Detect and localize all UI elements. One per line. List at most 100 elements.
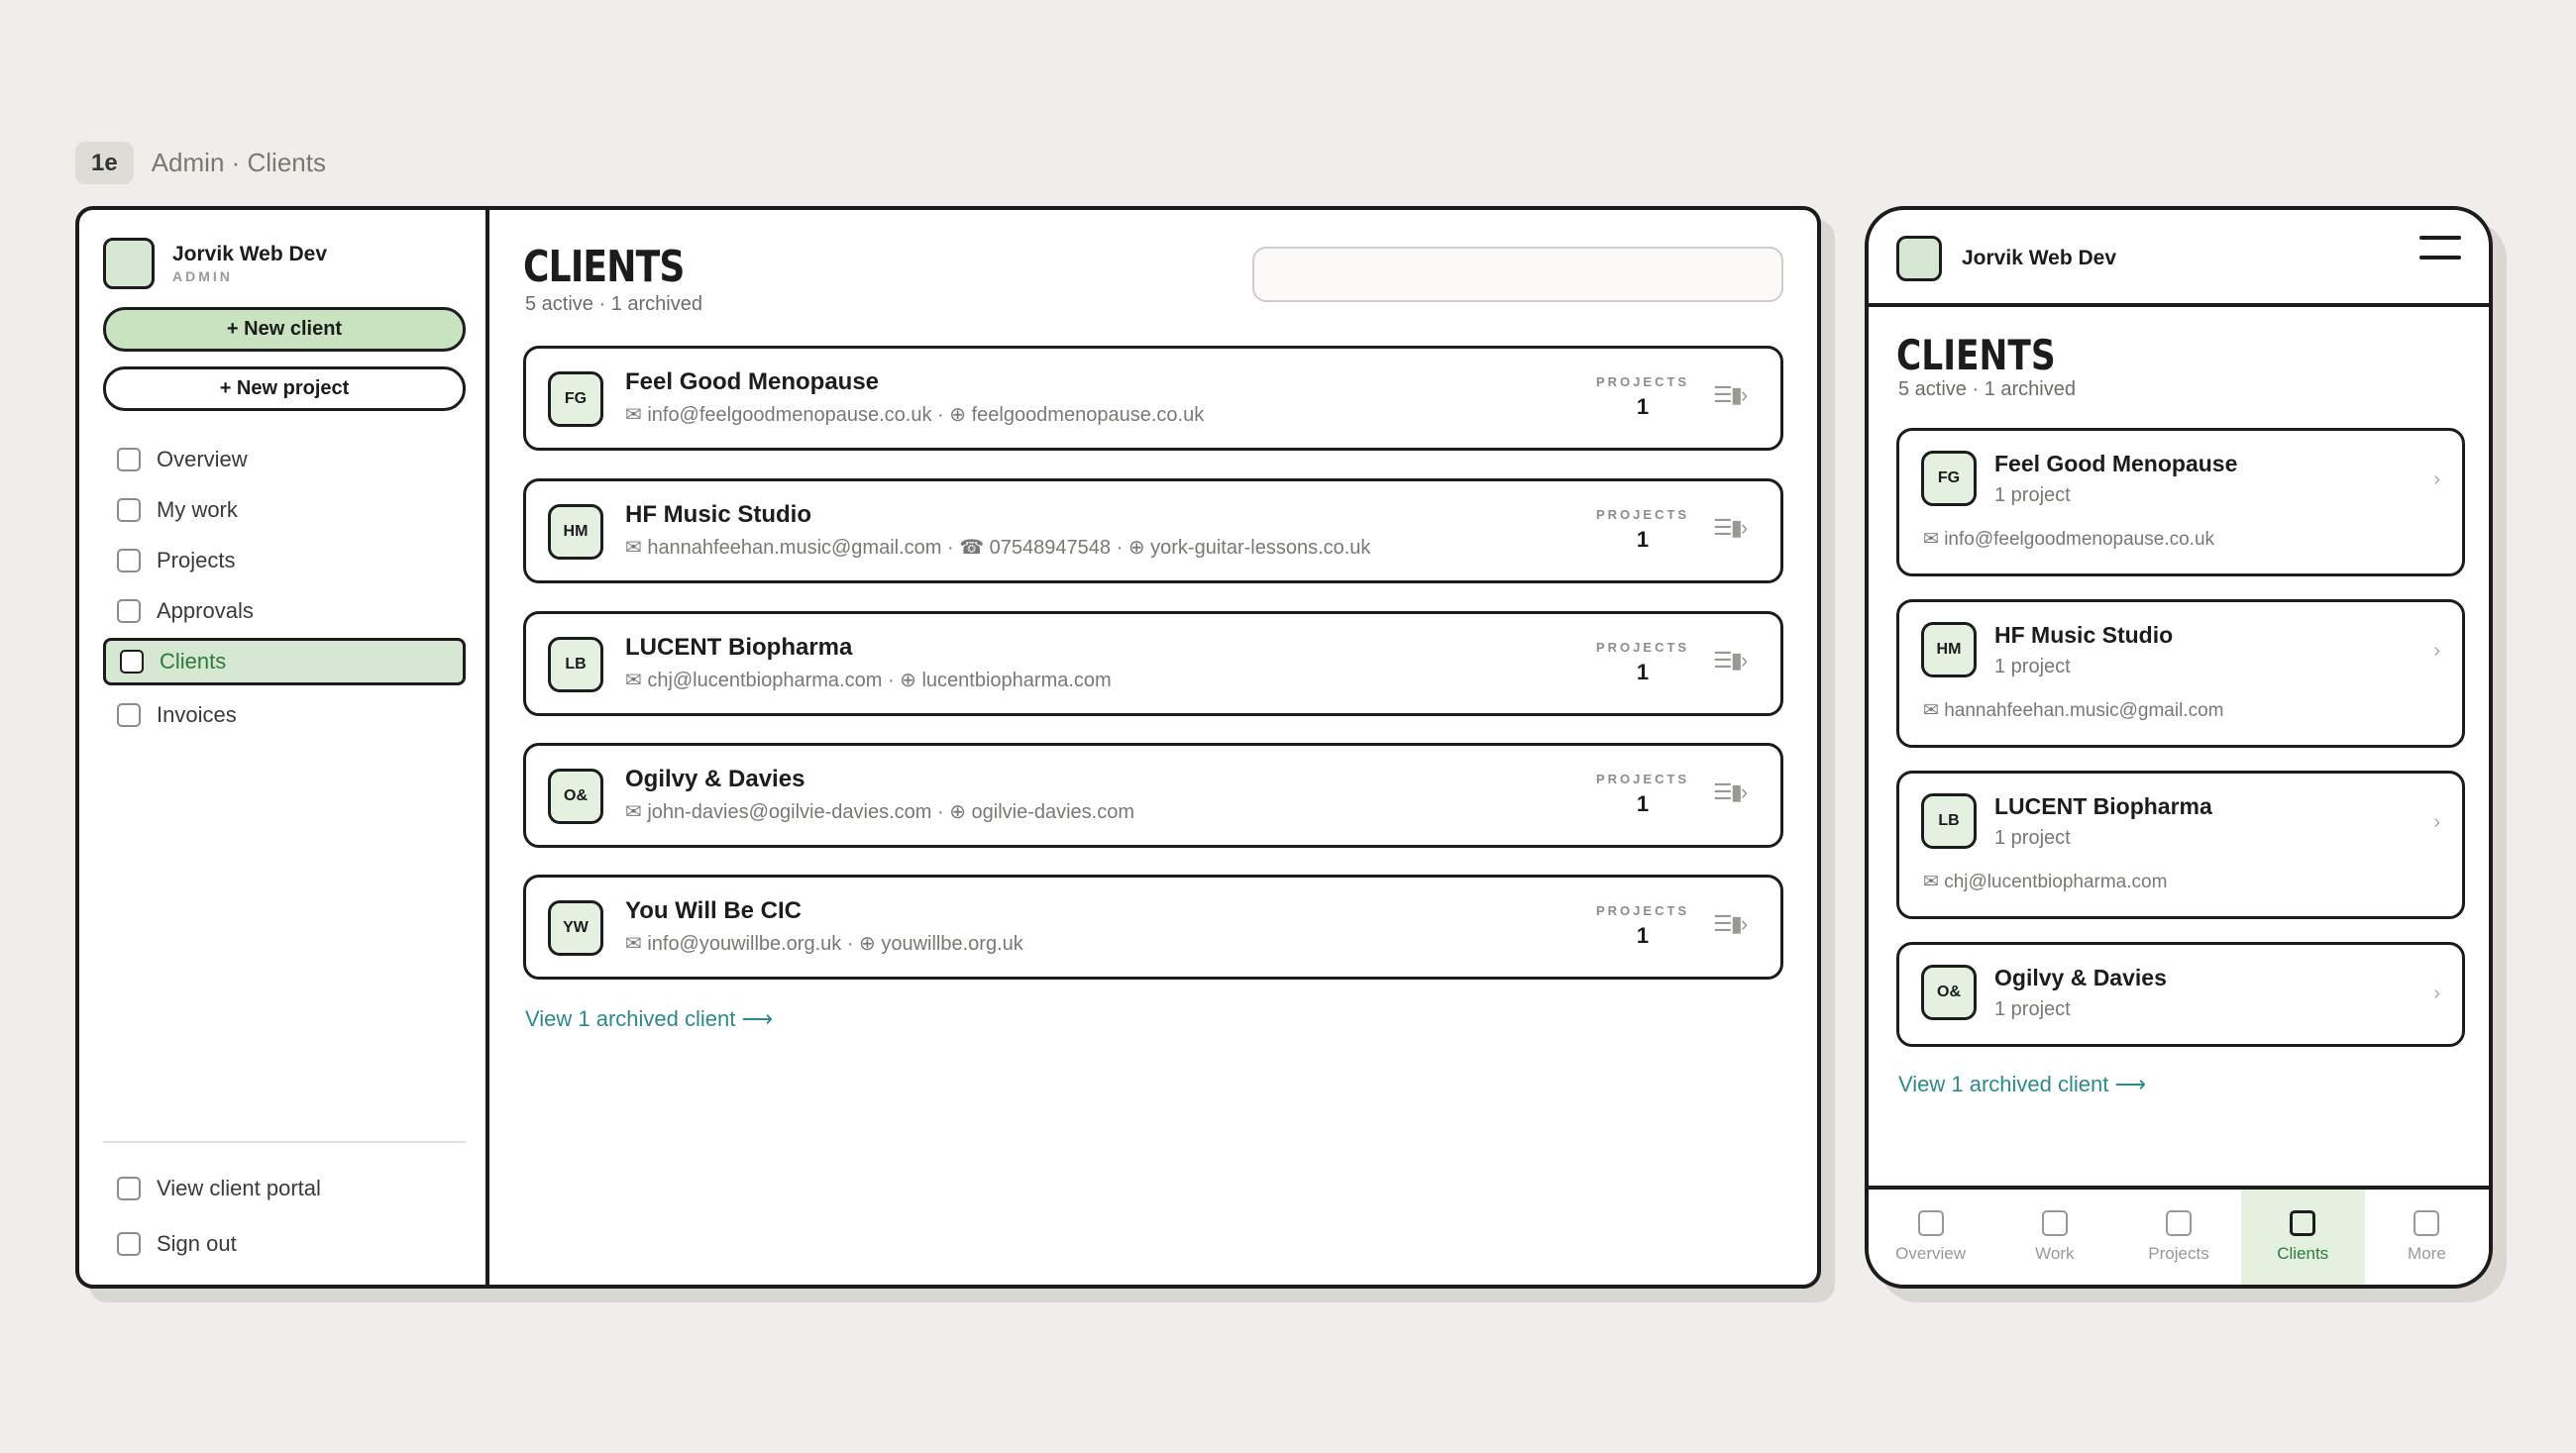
sidebar-item-label: Sign out [157,1231,237,1256]
projects-count: 1 [1636,660,1650,684]
sidebar-item-overview[interactable]: Overview [103,436,466,483]
client-avatar: LB [548,637,603,692]
client-name: HF Music Studio [1994,622,2174,648]
search-input[interactable] [1252,247,1783,302]
chevron-right-icon: › [2433,983,2440,1004]
tab-clients[interactable]: Clients [2240,1190,2365,1285]
hamburger-menu-icon[interactable] [2419,236,2461,281]
view-client-portal-link[interactable]: View client portal [103,1165,466,1212]
card-actions-icon[interactable]: ☰▮› [1713,515,1748,541]
logo-icon [1896,236,1942,281]
client-name: Ogilvy & Davies [625,766,805,792]
clients-icon [2290,1210,2316,1236]
client-avatar: FG [548,371,603,427]
sidebar-item-invoices[interactable]: Invoices [103,691,466,739]
client-contact: ✉ chj@lucentbiopharma.com · ⊕ lucentbiop… [625,670,1112,691]
client-card[interactable]: LB LUCENT Biopharma 1 project ✉ chj@luce… [1896,771,2465,919]
client-name: Feel Good Menopause [625,368,880,395]
mobile-window: Jorvik Web Dev CLIENTS 5 active · 1 arch… [1865,206,2493,1289]
sidebar-item-approvals[interactable]: Approvals [103,587,466,635]
client-avatar: HM [1921,622,1977,677]
approvals-icon [117,599,141,623]
projects-label: PROJECTS [1596,374,1690,389]
client-avatar: HM [548,504,603,560]
client-avatar: YW [548,900,603,956]
client-avatar: FG [1921,451,1977,506]
brand-name: Jorvik Web Dev [172,243,328,265]
projects-count: 1 [1636,791,1650,816]
brand-name: Jorvik Web Dev [1962,247,2117,269]
clients-icon [120,650,144,674]
tab-label: Projects [2148,1244,2209,1263]
client-email: ✉ chj@lucentbiopharma.com [1923,872,2168,892]
brand-role: ADMIN [172,268,233,284]
sidebar-item-label: Approvals [157,598,254,623]
client-avatar: LB [1921,793,1977,849]
card-actions-icon[interactable]: ☰▮› [1713,382,1748,408]
client-card[interactable]: O& Ogilvy & Davies ✉ john-davies@ogilvie… [523,743,1783,848]
sidebar-divider [103,1141,466,1143]
mobile-header: Jorvik Web Dev [1869,210,2489,307]
view-archived-link[interactable]: View 1 archived client ⟶ [1898,1072,2146,1097]
desktop-window: Jorvik Web Dev ADMIN + New client + New … [75,206,1821,1289]
new-client-button[interactable]: + New client [103,307,466,352]
client-card[interactable]: HM HF Music Studio 1 project ✉ hannahfee… [1896,599,2465,748]
brand: Jorvik Web Dev ADMIN [103,238,327,289]
card-actions-icon[interactable]: ☰▮› [1713,911,1748,937]
view-archived-link[interactable]: View 1 archived client ⟶ [525,1006,773,1032]
client-name: You Will Be CIC [625,897,803,924]
sidebar-item-label: Clients [160,649,227,674]
tab-more[interactable]: More [2365,1190,2489,1285]
client-email: ✉ info@feelgoodmenopause.co.uk [1923,529,2215,550]
sidebar: Jorvik Web Dev ADMIN + New client + New … [79,210,489,1285]
page-title: CLIENTS [523,242,685,292]
client-name: LUCENT Biopharma [1994,793,2212,819]
sidebar-item-label: Projects [157,548,236,572]
client-email: ✉ hannahfeehan.music@gmail.com [1923,700,2224,721]
tab-work[interactable]: Work [1992,1190,2116,1285]
new-project-button[interactable]: + New project [103,366,466,411]
client-name: Feel Good Menopause [1994,451,2238,476]
client-contact: ✉ info@youwillbe.org.uk · ⊕ youwillbe.or… [625,933,1023,955]
tab-overview[interactable]: Overview [1869,1190,1992,1285]
client-project-count: 1 project [1994,998,2071,1020]
chevron-right-icon: › [2433,468,2440,490]
mobile-brand: Jorvik Web Dev [1896,236,2116,281]
client-project-count: 1 project [1994,656,2071,677]
sidebar-item-label: Overview [157,447,248,471]
page-title: CLIENTS [1896,331,2056,379]
client-contact: ✉ hannahfeehan.music@gmail.com · ☎ 07548… [625,537,1371,559]
client-card[interactable]: O& Ogilvy & Davies 1 project › [1896,942,2465,1047]
tab-label: Work [2035,1244,2075,1263]
tab-label: Overview [1895,1244,1967,1263]
more-icon [2414,1210,2440,1236]
page-subtitle: 5 active · 1 archived [1898,378,2076,400]
client-card[interactable]: YW You Will Be CIC ✉ info@youwillbe.org.… [523,875,1783,980]
tab-projects[interactable]: Projects [2116,1190,2240,1285]
projects-count: 1 [1636,394,1650,419]
client-card[interactable]: FG Feel Good Menopause 1 project ✉ info@… [1896,428,2465,576]
card-actions-icon[interactable]: ☰▮› [1713,648,1748,674]
sidebar-item-label: View client portal [157,1176,321,1200]
projects-count: 1 [1636,527,1650,552]
page-subtitle: 5 active · 1 archived [525,293,702,315]
sidebar-item-my-work[interactable]: My work [103,486,466,534]
client-avatar: O& [1921,965,1977,1020]
card-actions-icon[interactable]: ☰▮› [1713,779,1748,805]
client-name: LUCENT Biopharma [625,634,853,661]
client-contact: ✉ john-davies@ogilvie-davies.com · ⊕ ogi… [625,801,1135,823]
client-card[interactable]: HM HF Music Studio ✉ hannahfeehan.music@… [523,478,1783,583]
projects-icon [117,549,141,572]
sidebar-item-label: My work [157,497,238,522]
overview-icon [117,448,141,471]
sidebar-item-clients[interactable]: Clients [103,638,466,685]
sign-out-icon [117,1232,141,1256]
client-card[interactable]: FG Feel Good Menopause ✉ info@feelgoodme… [523,346,1783,451]
sidebar-item-projects[interactable]: Projects [103,537,466,584]
sign-out-link[interactable]: Sign out [103,1220,466,1268]
bottom-tab-bar: Overview Work Projects Clients More [1869,1186,2489,1285]
client-name: Ogilvy & Davies [1994,965,2167,990]
overview-icon [1917,1210,1944,1236]
screen-tag: 1e [75,142,134,184]
client-card[interactable]: LB LUCENT Biopharma ✉ chj@lucentbiopharm… [523,611,1783,716]
